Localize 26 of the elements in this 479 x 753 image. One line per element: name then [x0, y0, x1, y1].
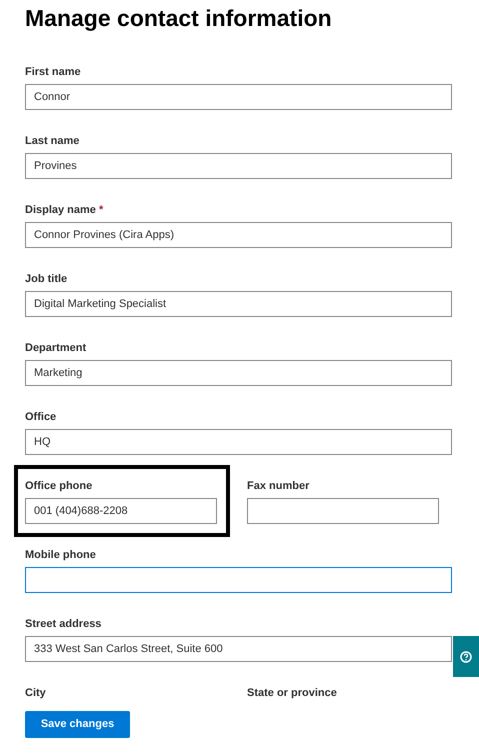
field-label: Department: [25, 341, 88, 355]
field-label: Office phone: [25, 479, 94, 493]
text-field[interactable]: 333 West San Carlos Street, Suite 600: [25, 636, 452, 662]
field-label: Mobile phone: [25, 548, 97, 562]
text-field[interactable]: [247, 498, 439, 524]
field-label: State or province: [247, 686, 338, 700]
text-field[interactable]: Digital Marketing Specialist: [25, 291, 452, 317]
save-button[interactable]: Save changes: [25, 711, 130, 738]
field-label: Display name *: [25, 203, 104, 217]
text-field[interactable]: 001 (404)688-2208: [25, 498, 217, 524]
field-label: Fax number: [247, 479, 310, 493]
field-label: Office: [25, 410, 58, 424]
text-field[interactable]: Provines: [25, 153, 452, 179]
text-field[interactable]: [25, 567, 452, 593]
page-title: Manage contact information: [25, 4, 332, 32]
text-field[interactable]: Connor: [25, 84, 452, 110]
field-label: First name: [25, 65, 82, 79]
text-field[interactable]: HQ: [25, 429, 452, 455]
field-label: Job title: [25, 272, 68, 286]
text-field[interactable]: Connor Provines (Cira Apps): [25, 222, 452, 248]
help-button[interactable]: [453, 636, 479, 677]
field-label: City: [25, 686, 47, 700]
text-field[interactable]: Marketing: [25, 360, 452, 386]
help-icon: [460, 650, 472, 662]
field-label: Street address: [25, 617, 102, 631]
field-label: Last name: [25, 134, 80, 148]
